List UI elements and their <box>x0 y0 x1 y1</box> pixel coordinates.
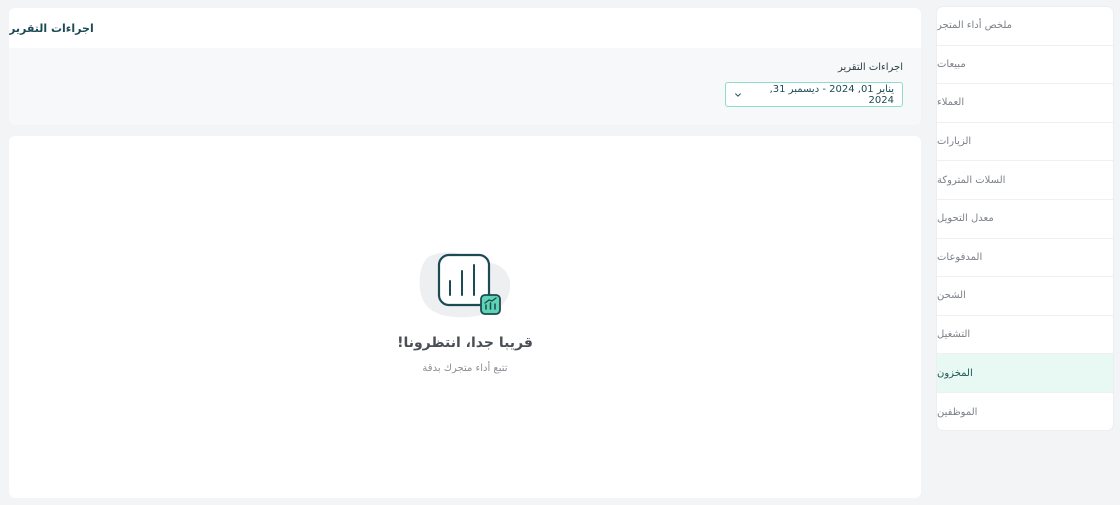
sidebar-item-inventory[interactable]: المخزون <box>937 354 1113 393</box>
sidebar-item-customers[interactable]: العملاء <box>937 84 1113 123</box>
sidebar-item-sales[interactable]: مبيعات <box>937 46 1113 85</box>
date-range-value: يناير 01, 2024 - ديسمبر 31, 2024 <box>769 83 894 106</box>
empty-state-card: قريبا جدا، انتظرونا! تتبع أداء متجرك بدق… <box>9 136 921 498</box>
empty-state-subtitle: تتبع أداء متجرك بدقة <box>422 363 508 374</box>
sidebar-item-visits[interactable]: الزيارات <box>937 123 1113 162</box>
sidebar-item-payments[interactable]: المدفوعات <box>937 239 1113 278</box>
report-actions-card: اجراءات التقرير اجراءات التقرير يناير 01… <box>9 8 921 125</box>
date-range-label: اجراءات التقرير <box>837 62 903 73</box>
sidebar-item-operations[interactable]: التشغيل <box>937 316 1113 355</box>
reports-sidebar: ملخص أداء المتجر مبيعات العملاء الزيارات… <box>937 7 1113 430</box>
bar-chart-icon <box>419 252 511 318</box>
chevron-down-icon <box>735 92 741 97</box>
sidebar-item-shipping[interactable]: الشحن <box>937 277 1113 316</box>
sidebar-item-conversion-rate[interactable]: معدل التحويل <box>937 200 1113 239</box>
date-range-select[interactable]: يناير 01, 2024 - ديسمبر 31, 2024 <box>725 82 903 107</box>
chart-badge-icon <box>480 294 501 315</box>
empty-state-title: قريبا جدا، انتظرونا! <box>397 335 533 351</box>
sidebar-item-employees[interactable]: الموظفين <box>937 393 1113 430</box>
report-actions-title: اجراءات التقرير <box>9 21 94 35</box>
report-actions-body: اجراءات التقرير يناير 01, 2024 - ديسمبر … <box>9 48 921 125</box>
sidebar-item-store-summary[interactable]: ملخص أداء المتجر <box>937 7 1113 46</box>
sidebar-item-abandoned-carts[interactable]: السلات المتروكة <box>937 161 1113 200</box>
